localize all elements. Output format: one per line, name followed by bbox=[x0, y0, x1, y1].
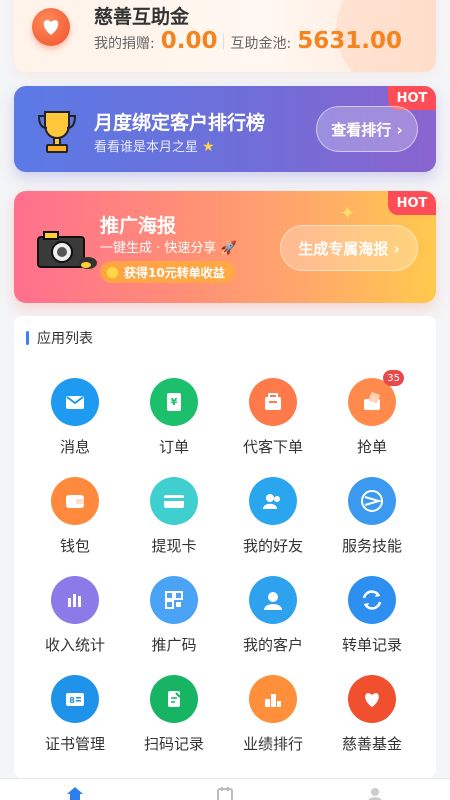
generate-poster-button[interactable]: 生成专属海报 › bbox=[280, 225, 418, 271]
view-ranking-button[interactable]: 查看排行 › bbox=[316, 106, 418, 152]
app-item-stats[interactable]: 收入统计 bbox=[26, 576, 124, 666]
app-item-label: 抢单 bbox=[356, 438, 387, 456]
app-item-wallet[interactable]: 钱包 bbox=[26, 477, 124, 567]
heart-icon bbox=[32, 8, 70, 46]
svg-text:¥: ¥ bbox=[171, 397, 178, 408]
mail-icon bbox=[51, 378, 99, 426]
card-icon bbox=[150, 477, 198, 525]
friends-icon bbox=[249, 477, 297, 525]
rocket-icon: 🚀 bbox=[220, 241, 237, 256]
yuan-doc-icon: ¥ bbox=[150, 378, 198, 426]
app-item-label: 我的好友 bbox=[242, 537, 303, 555]
star-icon: ★ bbox=[202, 139, 215, 155]
charity-icon bbox=[348, 675, 396, 723]
certificate-icon: 8 bbox=[51, 675, 99, 723]
grab-icon: 35 bbox=[348, 370, 404, 426]
poster-title: 推广海报 bbox=[100, 215, 177, 237]
section-title: 应用列表 bbox=[37, 331, 93, 347]
camera-icon bbox=[37, 231, 97, 269]
app-item-grab[interactable]: 35 抢单 bbox=[323, 370, 421, 468]
notification-badge: 35 bbox=[383, 370, 404, 386]
app-item-scan-record[interactable]: 扫码记录 bbox=[125, 675, 223, 765]
app-item-label: 代客下单 bbox=[242, 438, 303, 456]
app-item-qrcode[interactable]: 推广码 bbox=[125, 576, 223, 666]
rank-banner[interactable]: HOT 月度绑定客户排行榜 看看谁是本月之星 ★ 查看排行 › bbox=[14, 86, 436, 172]
rank-subtitle: 看看谁是本月之星 ★ bbox=[94, 136, 215, 155]
app-item-bag[interactable]: 代客下单 bbox=[224, 378, 322, 468]
rank-subtitle-text: 看看谁是本月之星 bbox=[94, 140, 199, 155]
reward-badge: 获得10元转单收益 bbox=[100, 261, 235, 283]
rank-title: 月度绑定客户排行榜 bbox=[94, 112, 266, 134]
app-item-label: 我的客户 bbox=[242, 636, 303, 654]
app-item-label: 证书管理 bbox=[44, 735, 105, 753]
app-item-label: 推广码 bbox=[151, 636, 197, 654]
app-item-yuan-doc[interactable]: ¥ 订单 bbox=[125, 378, 223, 468]
app-item-mail[interactable]: 消息 bbox=[26, 378, 124, 468]
app-item-skill[interactable]: 服务技能 bbox=[323, 477, 421, 567]
app-list-section: 应用列表 消息 ¥ 订单 代客下单 35 抢单钱包 提现卡 我的好友 服务技能收入统计 推广码 我的… bbox=[14, 316, 436, 778]
app-item-label: 提现卡 bbox=[151, 537, 197, 555]
pool-value: 5631.00 bbox=[297, 28, 402, 54]
charity-title: 慈善互助金 bbox=[94, 6, 190, 28]
app-item-label: 订单 bbox=[158, 438, 189, 456]
charity-card[interactable]: 慈善互助金 我的捐赠: 0.00 互助金池: 5631.00 bbox=[14, 0, 436, 72]
customer-icon bbox=[249, 576, 297, 624]
transfer-icon bbox=[348, 576, 396, 624]
bag-icon bbox=[249, 378, 297, 426]
app-item-customer[interactable]: 我的客户 bbox=[224, 576, 322, 666]
reward-text: 获得10元转单收益 bbox=[124, 265, 225, 280]
charity-stats: 我的捐赠: 0.00 互助金池: 5631.00 bbox=[94, 28, 402, 54]
home-icon[interactable] bbox=[67, 787, 83, 800]
app-item-friends[interactable]: 我的好友 bbox=[224, 477, 322, 567]
svg-text:8: 8 bbox=[69, 696, 75, 705]
poster-banner[interactable]: HOT ✦ 推广海报 一键生成 · 快速分享 🚀 获得10元转单收益 生成专属海… bbox=[14, 191, 436, 303]
section-header: 应用列表 bbox=[26, 328, 93, 348]
app-item-label: 消息 bbox=[59, 438, 90, 456]
app-item-label: 业绩排行 bbox=[242, 735, 303, 753]
poster-subtitle: 一键生成 · 快速分享 🚀 bbox=[100, 237, 237, 256]
calendar-icon[interactable] bbox=[217, 787, 233, 800]
section-accent-bar bbox=[26, 331, 29, 345]
user-icon[interactable] bbox=[367, 787, 383, 800]
tab-bar bbox=[0, 778, 450, 800]
app-item-transfer[interactable]: 转单记录 bbox=[323, 576, 421, 666]
app-item-label: 收入统计 bbox=[44, 636, 105, 654]
app-item-certificate[interactable]: 8 证书管理 bbox=[26, 675, 124, 765]
poster-subtitle-text: 一键生成 · 快速分享 bbox=[100, 241, 217, 256]
coin-icon bbox=[106, 265, 119, 279]
app-item-card[interactable]: 提现卡 bbox=[125, 477, 223, 567]
hot-badge: HOT bbox=[388, 191, 436, 215]
donation-value: 0.00 bbox=[160, 28, 218, 54]
app-item-label: 转单记录 bbox=[341, 636, 402, 654]
app-item-label: 服务技能 bbox=[341, 537, 402, 555]
pool-label: 互助金池: bbox=[230, 36, 292, 52]
app-item-ranking[interactable]: 业绩排行 bbox=[224, 675, 322, 765]
divider bbox=[223, 33, 225, 49]
sparkle-icon: ✦ bbox=[340, 203, 356, 224]
scan-record-icon bbox=[150, 675, 198, 723]
wallet-icon bbox=[51, 477, 99, 525]
donation-label: 我的捐赠: bbox=[94, 36, 155, 52]
app-item-charity[interactable]: 慈善基金 bbox=[323, 675, 421, 765]
ranking-icon bbox=[249, 675, 297, 723]
app-item-label: 钱包 bbox=[59, 537, 90, 555]
trophy-icon bbox=[37, 111, 77, 153]
skill-icon bbox=[348, 477, 396, 525]
stats-icon bbox=[51, 576, 99, 624]
qrcode-icon bbox=[150, 576, 198, 624]
app-item-label: 慈善基金 bbox=[341, 735, 402, 753]
app-item-label: 扫码记录 bbox=[143, 735, 204, 753]
